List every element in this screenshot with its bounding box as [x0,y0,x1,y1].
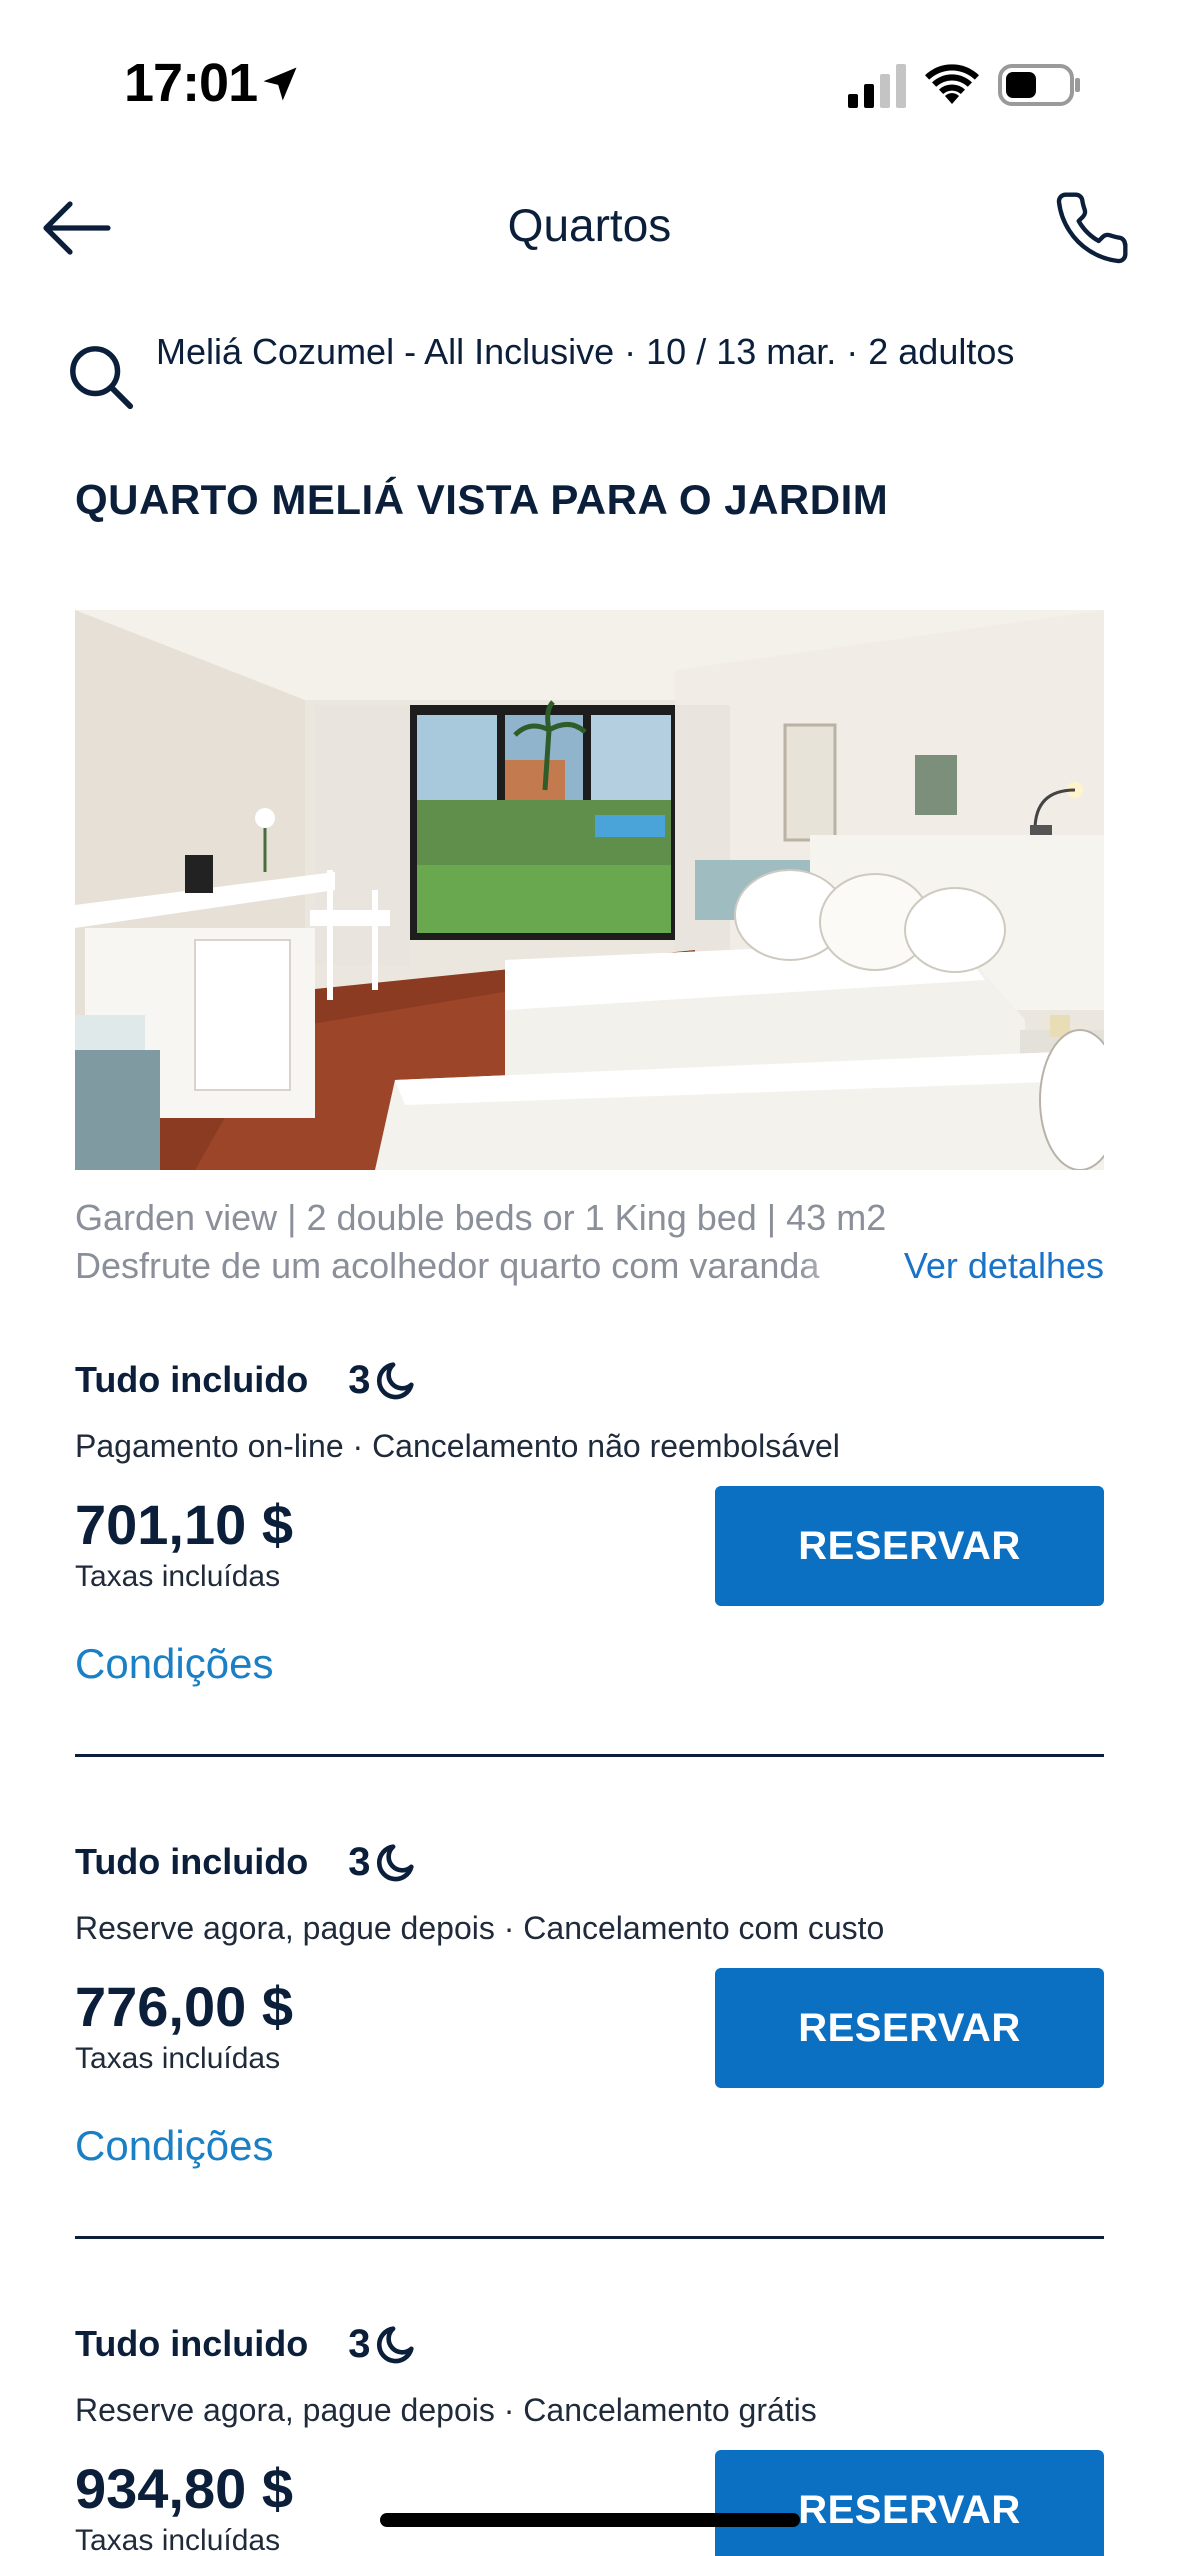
reserve-button[interactable]: RESERVAR [715,1486,1104,1606]
phone-icon[interactable] [1052,188,1132,268]
rate-policy: Pagamento on-line · Cancelamento não ree… [75,1428,840,1464]
search-summary[interactable]: Meliá Cozumel - All Inclusive · 10 / 13 … [66,330,1126,420]
room-features: Garden view | 2 double beds or 1 King be… [75,1197,887,1238]
search-icon [70,346,134,410]
rate-board-type: Tudo incluido [75,2323,309,2364]
rate-price: 934,80 $ [75,2457,293,2520]
page-title: Quartos [507,199,672,251]
battery-icon [998,64,1080,106]
view-details-link[interactable]: Ver detalhes [904,1242,1104,1290]
rate-option: Tudo incluido 3 Reserve agora, pague dep… [75,1832,1104,2314]
text-fade [795,1242,885,1290]
conditions-link[interactable]: Condições [75,2122,273,2170]
moon-icon [376,1362,414,1400]
header: Quartos [0,180,1179,280]
nights-number: 3 [348,1357,371,1402]
nights-number: 3 [348,2321,371,2366]
divider [75,2236,1104,2239]
rate-price: 776,00 $ [75,1975,293,2038]
rate-price: 701,10 $ [75,1493,293,1556]
rate-policy: Reserve agora, pague depois · Cancelamen… [75,1910,885,1946]
moon-icon [376,1844,414,1882]
moon-icon [376,2326,414,2364]
rate-board-type: Tudo incluido [75,1359,309,1400]
reserve-button[interactable]: RESERVAR [715,2450,1104,2556]
cellular-signal-icon [848,64,906,108]
room-description: Garden view | 2 double beds or 1 King be… [75,1194,1104,1290]
location-arrow-icon [263,67,297,101]
conditions-link[interactable]: Condições [75,1640,273,1688]
rate-option: Tudo incluido 3 Pagamento on-line · Canc… [75,1350,1104,1832]
status-time: 17:01 [124,53,258,113]
room-description-text: Desfrute de um acolhedor quarto com vara… [75,1245,820,1286]
status-bar: 17:01 [0,0,1179,150]
nights-count: 3 [348,1839,418,1885]
room-photo[interactable] [75,610,1104,1170]
taxes-note: Taxas incluídas [75,2042,281,2075]
taxes-note: Taxas incluídas [75,2524,281,2556]
search-summary-text: Meliá Cozumel - All Inclusive · 10 / 13 … [156,331,1015,372]
taxes-note: Taxas incluídas [75,1560,281,1593]
nights-count: 3 [348,1357,418,1403]
wifi-icon [925,64,979,104]
nights-number: 3 [348,1839,371,1884]
divider [75,1754,1104,1757]
reserve-button[interactable]: RESERVAR [715,1968,1104,2088]
nights-count: 3 [348,2321,418,2367]
room-title: QUARTO MELIÁ VISTA PARA O JARDIM [75,476,889,523]
rate-policy: Reserve agora, pague depois · Cancelamen… [75,2392,817,2428]
rate-board-type: Tudo incluido [75,1841,309,1882]
home-indicator[interactable] [380,2513,800,2527]
